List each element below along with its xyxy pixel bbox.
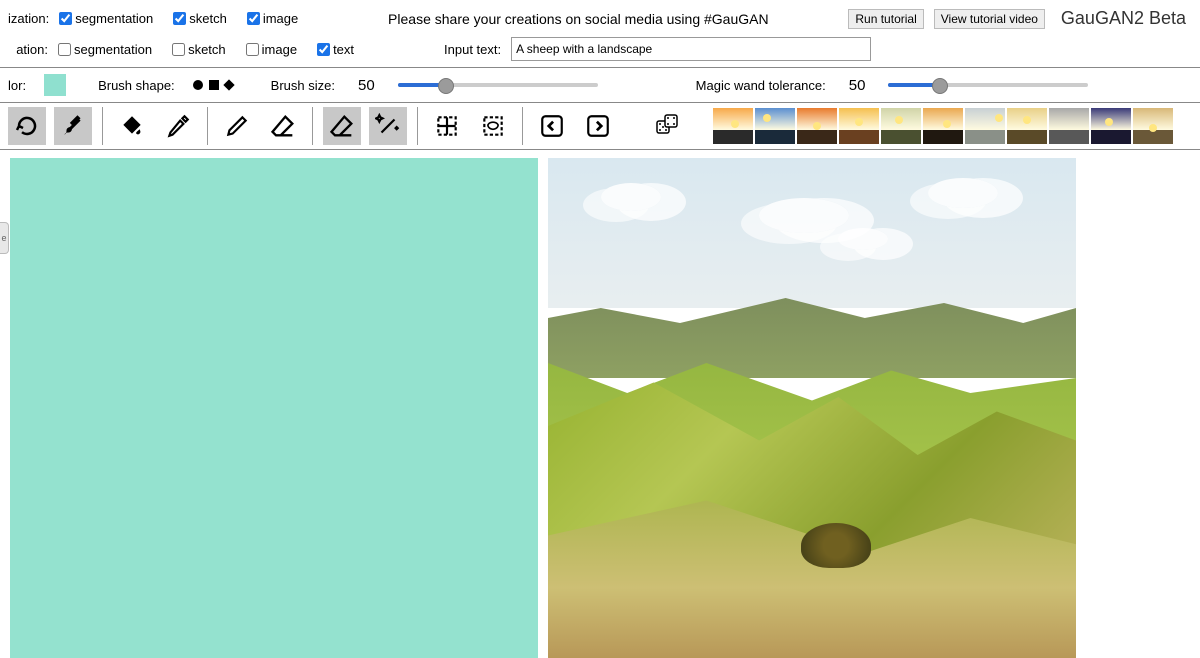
brush-shape-circle[interactable] [193, 80, 203, 90]
style-thumbnail-6[interactable] [965, 108, 1005, 144]
arrow-left-button[interactable] [533, 107, 571, 145]
check-image-util[interactable]: image [246, 42, 297, 57]
eraser-sketch-icon [269, 112, 297, 140]
magic-wand-button[interactable] [369, 107, 407, 145]
style-thumbnail-0[interactable] [713, 108, 753, 144]
select-rect-button[interactable] [428, 107, 466, 145]
utilization-label: ation: [8, 42, 48, 57]
randomize-button[interactable] [655, 113, 679, 140]
check-segmentation-viz-box[interactable] [59, 12, 72, 25]
eraser-sketch-button[interactable] [264, 107, 302, 145]
brush-size-value: 50 [358, 77, 375, 94]
style-thumbnail-8[interactable] [1049, 108, 1089, 144]
eraser-seg-button[interactable] [323, 107, 361, 145]
fill-button[interactable] [113, 107, 151, 145]
brush-size-label: Brush size: [271, 78, 335, 93]
select-rect-icon [434, 113, 460, 139]
select-lasso-icon [480, 113, 506, 139]
select-lasso-button[interactable] [474, 107, 512, 145]
style-thumbnail-9[interactable] [1091, 108, 1131, 144]
style-thumbnail-3[interactable] [839, 108, 879, 144]
check-segmentation-util[interactable]: segmentation [58, 42, 152, 57]
check-image-util-box[interactable] [246, 43, 259, 56]
brush-shape-label: Brush shape: [98, 78, 175, 93]
brush-button[interactable] [54, 107, 92, 145]
social-share-text: Please share your creations on social me… [318, 11, 838, 27]
output-canvas [548, 158, 1076, 658]
header-row-2: ation: segmentation sketch image text In… [0, 33, 1200, 68]
fill-color-swatch[interactable] [44, 74, 66, 96]
check-image-viz[interactable]: image [247, 11, 298, 26]
magic-wand-value: 50 [849, 77, 866, 94]
brush-shape-diamond[interactable] [223, 79, 234, 90]
style-thumbnail-4[interactable] [881, 108, 921, 144]
arrow-right-button[interactable] [579, 107, 617, 145]
magic-wand-label: Magic wand tolerance: [696, 78, 826, 93]
controls-row: lor: Brush shape: Brush size: 50 Magic w… [0, 68, 1200, 103]
brush-size-slider[interactable] [398, 83, 598, 87]
pencil-icon [224, 113, 250, 139]
view-tutorial-button[interactable]: View tutorial video [934, 9, 1045, 29]
undo-icon [15, 114, 39, 138]
check-segmentation-util-box[interactable] [58, 43, 71, 56]
run-tutorial-button[interactable]: Run tutorial [848, 9, 923, 29]
input-text-label: Input text: [444, 42, 501, 57]
canvas-area [0, 150, 1200, 658]
arrow-right-icon [585, 113, 611, 139]
eraser-seg-icon [328, 112, 356, 140]
eyedropper-icon [165, 113, 191, 139]
check-sketch-viz-box[interactable] [173, 12, 186, 25]
app-title: GauGAN2 Beta [1061, 8, 1186, 29]
check-sketch-util-box[interactable] [172, 43, 185, 56]
brush-shapes [193, 80, 233, 90]
check-sketch-viz[interactable]: sketch [173, 11, 227, 26]
check-text-util[interactable]: text [317, 42, 354, 57]
input-text-field[interactable] [511, 37, 871, 61]
fill-icon [119, 113, 145, 139]
style-thumbnail-strip [713, 108, 1173, 144]
fill-color-label: lor: [8, 78, 26, 93]
check-segmentation-viz[interactable]: segmentation [59, 11, 153, 26]
magic-wand-slider[interactable] [888, 83, 1088, 87]
dice-icon [655, 113, 679, 137]
style-thumbnail-7[interactable] [1007, 108, 1047, 144]
undo-button[interactable] [8, 107, 46, 145]
drawing-canvas[interactable] [10, 158, 538, 658]
brush-shape-square[interactable] [209, 80, 219, 90]
style-thumbnail-1[interactable] [755, 108, 795, 144]
style-thumbnail-10[interactable] [1133, 108, 1173, 144]
check-image-viz-box[interactable] [247, 12, 260, 25]
arrow-left-icon [539, 113, 565, 139]
header-row-1: ization: segmentation sketch image Pleas… [0, 0, 1200, 33]
side-panel-tab[interactable]: e [0, 222, 9, 254]
visualization-label: ization: [8, 11, 49, 26]
check-sketch-util[interactable]: sketch [172, 42, 226, 57]
pencil-button[interactable] [218, 107, 256, 145]
brush-icon [60, 113, 86, 139]
toolbar-row [0, 103, 1200, 150]
magic-wand-icon [375, 113, 401, 139]
check-text-util-box[interactable] [317, 43, 330, 56]
eyedropper-button[interactable] [159, 107, 197, 145]
style-thumbnail-2[interactable] [797, 108, 837, 144]
style-thumbnail-5[interactable] [923, 108, 963, 144]
